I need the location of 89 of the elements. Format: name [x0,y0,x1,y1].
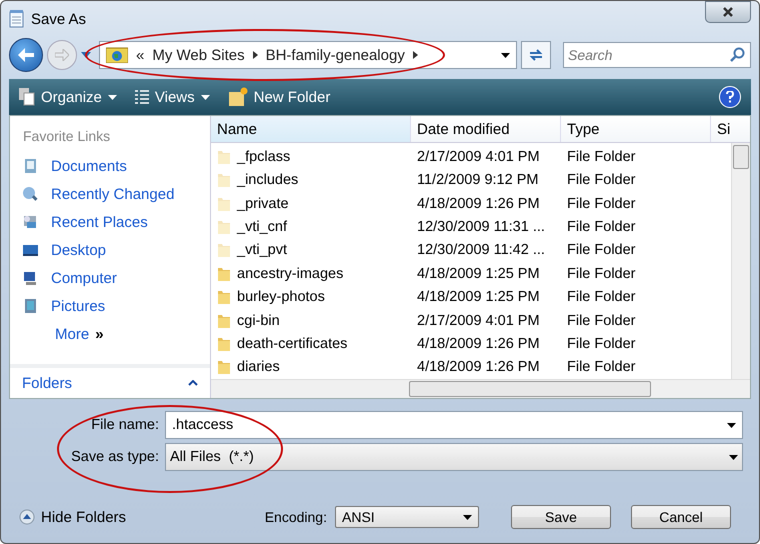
help-button[interactable] [719,86,741,108]
table-cell: diaries [211,359,411,376]
sidebar-item[interactable]: Documents [10,152,210,180]
table-cell-text: 12/30/2009 11:31 ... [416,218,546,235]
table-cell-text: 4/18/2009 1:26 PM [416,336,541,352]
table-cell-text: 12/30/2009 11:42 ... [416,242,546,258]
more-link[interactable]: More » [10,320,210,348]
notepad-icon [9,10,25,28]
table-cell-text: 4/18/2009 1:25 PM [416,266,541,282]
chevron-up-icon[interactable] [19,509,35,525]
table-cell-text: File Folder [566,148,636,165]
section-heading: Favorite Links [22,127,112,146]
breadcrumb[interactable]: My Web Sites [152,46,245,64]
question-mark-icon[interactable] [726,91,734,103]
file-name-field[interactable]: .htaccess [165,411,743,439]
table-cell-text: File Folder [566,218,636,235]
globe-folder-icon [106,47,128,63]
table-cell: _vti_cnf [211,218,411,235]
table-cell: ancestry-images [211,266,411,282]
place-icon[interactable] [22,186,39,202]
table-cell-text: 4/18/2009 1:26 PM [416,196,541,212]
breadcrumb[interactable]: BH-family-genealogy [266,46,405,64]
dropdown-arrow-icon[interactable] [108,94,117,100]
table-cell-text: 11/2/2009 9:12 PM [416,172,540,188]
column-header[interactable]: Type [561,116,711,142]
window-title: Save As [31,10,86,28]
toolbar-button[interactable]: Organize [19,88,117,106]
sidebar-item[interactable]: Computer [10,264,210,292]
table-cell: _private [211,196,411,212]
list-view-icon[interactable] [134,90,149,104]
address-bar[interactable]: « My Web Sites BH-family-genealogy [99,41,517,69]
table-cell-text: File Folder [566,336,636,352]
field-label: File name: [90,417,159,433]
place-icon[interactable] [22,270,39,286]
table-cell-text: File Folder [566,242,636,258]
column-header[interactable]: Name [211,116,411,142]
field-label: Encoding: [264,509,327,525]
dialog-button[interactable]: Cancel [631,505,731,529]
horizontal-scrollbar[interactable] [211,379,750,398]
table-cell-text: 2/17/2009 4:01 PM [416,312,541,329]
close-icon[interactable] [722,6,734,18]
sidebar-item[interactable]: Desktop [10,236,210,264]
table-cell-text: File Folder [566,289,636,306]
sidebar-item[interactable]: Pictures [10,292,210,320]
search-field[interactable]: Search [563,42,751,68]
breadcrumb[interactable]: « [136,46,144,64]
back-button[interactable] [9,38,43,72]
chevron-up-icon[interactable] [188,380,198,386]
encoding-dropdown[interactable]: ANSI [335,506,479,528]
toolbar-button[interactable]: New Folder [228,87,330,107]
table-cell-text: File Folder [566,172,636,188]
toolbar-button[interactable]: Views [134,88,210,106]
pages-icon[interactable] [19,88,35,106]
vertical-scrollbar[interactable] [731,143,750,379]
table-cell: _includes [211,172,411,188]
table-cell-text: 4/18/2009 1:26 PM [416,359,541,376]
new-folder-icon[interactable] [228,87,248,107]
table-cell-text: File Folder [566,266,636,282]
table-cell: cgi-bin [211,312,411,329]
table-cell: _vti_pvt [211,242,411,258]
table-cell-text: File Folder [566,196,636,212]
left-arrow-icon[interactable] [18,48,34,62]
refresh-button[interactable] [521,41,551,69]
table-cell: death-certificates [211,336,411,352]
folders-toggle[interactable]: Folders [10,364,210,398]
search-icon[interactable] [730,47,746,63]
file-type-dropdown[interactable]: All Files (*.*) [165,443,743,471]
column-header[interactable]: Si [711,116,733,142]
dropdown-arrow-icon[interactable] [463,514,472,520]
table-cell-text: 2/17/2009 4:01 PM [416,148,541,165]
dropdown-arrow-icon[interactable] [200,94,210,100]
close-button[interactable] [705,1,751,23]
table-cell: burley-photos [211,289,411,306]
column-header[interactable]: Date modified [411,116,561,142]
chevron-right-icon[interactable] [252,51,258,59]
refresh-icon[interactable] [529,48,543,62]
sidebar-item[interactable]: Recently Changed [10,180,210,208]
table-cell-text: 4/18/2009 1:25 PM [416,289,541,306]
table-cell-text: File Folder [566,359,636,376]
table-cell: _fpclass [211,148,411,165]
field-label: Save as type: [70,449,159,465]
dropdown-arrow-icon[interactable] [729,454,738,460]
dropdown-arrow-icon[interactable] [727,422,736,428]
hide-folders-button[interactable]: Hide Folders [19,508,126,526]
dropdown-arrow-icon[interactable] [501,52,510,58]
dialog-button[interactable]: Save [511,505,611,529]
sidebar-item[interactable]: Recent Places [10,208,210,236]
chevron-right-icon[interactable] [412,51,418,59]
table-cell-text: File Folder [566,312,636,329]
